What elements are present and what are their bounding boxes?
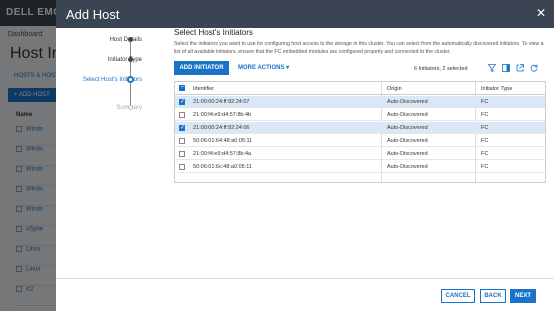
- identifier-cell: 21:00:f4:e9:d4:57:8b:4b: [193, 112, 252, 118]
- initiator-type-cell: FC: [481, 151, 489, 157]
- filter-icon[interactable]: [487, 64, 497, 74]
- table-row[interactable]: 21:00:f4:e9:d4:57:8b:4a Auto-Discovered FC: [175, 148, 545, 160]
- export-icon[interactable]: [516, 64, 524, 74]
- table-row[interactable]: 21:00:00:24:ff:92:24:07 Auto-Discovered FC: [175, 96, 545, 108]
- step-complete-dot: [128, 37, 133, 42]
- step-pending-dot: [128, 105, 133, 110]
- initiator-type-cell: FC: [481, 125, 489, 131]
- initiator-type-cell: FC: [481, 164, 489, 170]
- initiators-table: Identifier Origin Initiator Type 21:00:0…: [174, 81, 546, 183]
- table-header: Identifier Origin Initiator Type: [175, 82, 545, 95]
- row-checkbox[interactable]: [179, 164, 185, 170]
- dialog-footer: CANCEL BACK NEXT: [56, 278, 554, 311]
- step-active-dot: [127, 76, 134, 83]
- table-row[interactable]: 21:00:f4:e9:d4:57:8b:4b Auto-Discovered FC: [175, 109, 545, 121]
- origin-cell: Auto-Discovered: [387, 125, 428, 131]
- table-row[interactable]: 21:00:00:24:ff:92:24:06 Auto-Discovered FC: [175, 122, 545, 134]
- close-icon[interactable]: ✕: [536, 6, 546, 20]
- table-row[interactable]: 50:06:01:6c:48:a0:05:11 Auto-Discovered FC: [175, 161, 545, 173]
- initiator-type-cell: FC: [481, 138, 489, 144]
- select-all-checkbox[interactable]: [179, 84, 185, 91]
- identifier-cell: 21:00:00:24:ff:92:24:06: [193, 125, 250, 131]
- step-connector: [130, 40, 131, 108]
- wizard-steps: Host Details Initiator Type Select Host'…: [56, 28, 166, 278]
- origin-cell: Auto-Discovered: [387, 112, 428, 118]
- row-checkbox[interactable]: [179, 138, 185, 144]
- refresh-icon[interactable]: [530, 64, 538, 74]
- identifier-cell: 50:06:01:6c:48:a0:05:11: [193, 164, 252, 170]
- add-initiator-button[interactable]: ADD INITIATOR: [174, 61, 229, 75]
- column-header-identifier[interactable]: Identifier: [193, 86, 214, 92]
- identifier-cell: 21:00:00:24:ff:92:24:07: [193, 99, 250, 105]
- section-title: Select Host's Initiators: [174, 28, 253, 37]
- step-complete-dot: [128, 57, 133, 62]
- more-actions-menu[interactable]: MORE ACTIONS ▾: [238, 61, 289, 75]
- initiator-type-cell: FC: [481, 112, 489, 118]
- section-description: Select the initiators you want to use fo…: [174, 41, 544, 55]
- column-header-initiator-type[interactable]: Initiator Type: [481, 86, 512, 92]
- row-checkbox[interactable]: [179, 112, 185, 118]
- dialog-header: Add Host ✕: [56, 0, 554, 28]
- table-row[interactable]: 50:06:01:64:48:a0:05:11 Auto-Discovered FC: [175, 135, 545, 147]
- row-checkbox[interactable]: [179, 98, 185, 105]
- selection-count: 6 Initiators, 2 selected: [414, 66, 468, 72]
- add-host-dialog: Add Host ✕ Host Details Initiator Type S…: [56, 0, 554, 311]
- dialog-title: Add Host: [66, 7, 120, 22]
- back-button[interactable]: BACK: [480, 289, 506, 303]
- column-header-origin[interactable]: Origin: [387, 86, 402, 92]
- origin-cell: Auto-Discovered: [387, 151, 428, 157]
- next-button[interactable]: NEXT: [510, 289, 536, 303]
- origin-cell: Auto-Discovered: [387, 138, 428, 144]
- origin-cell: Auto-Discovered: [387, 99, 428, 105]
- row-checkbox[interactable]: [179, 151, 185, 157]
- row-checkbox[interactable]: [179, 124, 185, 131]
- identifier-cell: 50:06:01:64:48:a0:05:11: [193, 138, 253, 144]
- cancel-button[interactable]: CANCEL: [441, 289, 475, 303]
- initiator-type-cell: FC: [481, 99, 489, 105]
- origin-cell: Auto-Discovered: [387, 164, 428, 170]
- identifier-cell: 21:00:f4:e9:d4:57:8b:4a: [193, 151, 252, 157]
- columns-icon[interactable]: [502, 64, 510, 74]
